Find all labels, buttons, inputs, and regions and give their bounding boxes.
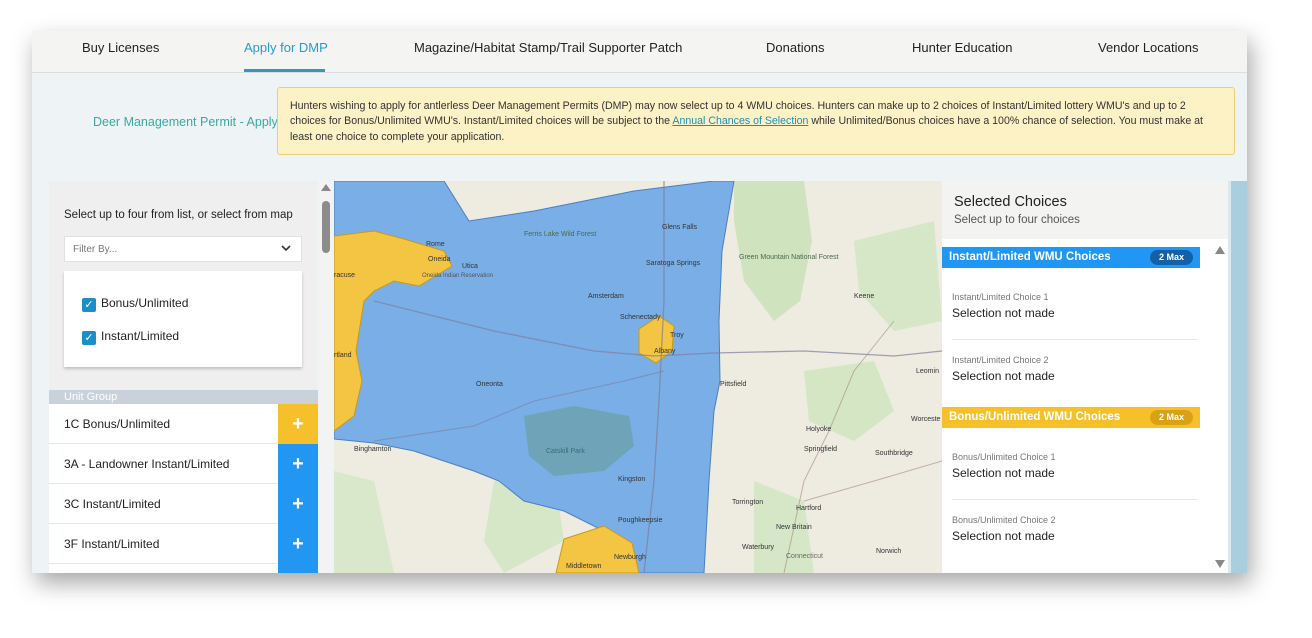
chevron-down-icon xyxy=(281,242,291,256)
map-label: Rome xyxy=(426,241,445,248)
add-unit-button[interactable]: + xyxy=(278,444,318,484)
choice-label: Bonus/Unlimited Choice 1 xyxy=(952,452,1056,462)
scroll-down-arrow-icon[interactable] xyxy=(1215,560,1225,568)
selected-choices-title: Selected Choices xyxy=(954,194,1067,210)
map-label: Torrington xyxy=(732,499,763,506)
map-label: Hartford xyxy=(796,505,821,512)
choice-label: Instant/Limited Choice 1 xyxy=(952,292,1049,302)
map-label: Schenectady xyxy=(620,314,661,321)
max-badge: 2 Max xyxy=(1149,250,1193,265)
selected-choices-subtitle: Select up to four choices xyxy=(954,214,1080,226)
unit-label: 3A - Landowner Instant/Limited xyxy=(64,457,230,471)
nav-magazine-stamp-patch[interactable]: Magazine/Habitat Stamp/Trail Supporter P… xyxy=(414,40,682,55)
app-window: Buy Licenses Apply for DMP Magazine/Habi… xyxy=(32,31,1247,573)
choice-label: Instant/Limited Choice 2 xyxy=(952,355,1049,365)
choice-value: Selection not made xyxy=(952,369,1055,383)
bonus-unlimited-group-header: Bonus/Unlimited WMU Choices 2 Max xyxy=(942,407,1200,428)
map-label: Newburgh xyxy=(614,554,646,561)
max-badge: 2 Max xyxy=(1149,410,1193,425)
scroll-thumb[interactable] xyxy=(322,201,330,253)
dmp-notice: Hunters wishing to apply for antlerless … xyxy=(277,87,1235,155)
map-label: Binghamton xyxy=(354,446,391,453)
map-label: Springfield xyxy=(804,446,837,453)
nav-apply-dmp[interactable]: Apply for DMP xyxy=(244,40,328,55)
map-label: Southbridge xyxy=(875,450,913,457)
instant-limited-group-header: Instant/Limited WMU Choices 2 Max xyxy=(942,247,1200,268)
map-label: Poughkeepsie xyxy=(618,517,662,524)
map-label: Holyoke xyxy=(806,426,831,433)
map-label: Connecticut xyxy=(786,553,823,560)
active-tab-indicator xyxy=(244,69,325,72)
map-label: Oneonta xyxy=(476,381,503,388)
map-label: Troy xyxy=(670,332,684,339)
map-label: racuse xyxy=(334,272,355,279)
divider xyxy=(952,499,1198,500)
checkbox-instant-limited[interactable]: ✓ xyxy=(82,331,96,345)
nav-buy-licenses[interactable]: Buy Licenses xyxy=(82,40,159,55)
breadcrumb[interactable]: Deer Management Permit - Apply xyxy=(93,115,278,129)
map-label: Norwich xyxy=(876,548,901,555)
right-edge-highlight xyxy=(1228,181,1231,573)
bonus-group-title: Bonus/Unlimited WMU Choices xyxy=(949,411,1121,423)
choice-label: Bonus/Unlimited Choice 2 xyxy=(952,515,1056,525)
selected-choices-panel: Selected Choices Select up to four choic… xyxy=(942,181,1228,573)
map-label: Utica xyxy=(462,263,478,270)
map-label: Ferris Lake Wild Forest xyxy=(524,231,596,238)
choice-value: Selection not made xyxy=(952,466,1055,480)
selected-choices-header: Selected Choices Select up to four choic… xyxy=(942,181,1228,239)
add-unit-button[interactable] xyxy=(278,564,318,573)
map-label: Leomin xyxy=(916,368,939,375)
unit-label: 3C Instant/Limited xyxy=(64,497,161,511)
map-label: Green Mountain National Forest xyxy=(739,254,839,261)
scroll-up-arrow-icon[interactable] xyxy=(321,184,331,191)
wmu-map[interactable]: Ferris Lake Wild Forest Glens Falls Sara… xyxy=(334,181,942,573)
map-label: Keene xyxy=(854,293,874,300)
checkbox-label-instant: Instant/Limited xyxy=(101,329,180,343)
choice-value: Selection not made xyxy=(952,529,1055,543)
map-label: Oneida Indian Reservation xyxy=(422,273,493,279)
add-unit-button[interactable]: + xyxy=(278,404,318,444)
map-label: Waterbury xyxy=(742,544,775,551)
map-label: Worceste xyxy=(911,416,941,423)
unit-row-partial[interactable] xyxy=(49,564,318,573)
add-unit-button[interactable]: + xyxy=(278,524,318,564)
panel-instructions: Select up to four from list, or select f… xyxy=(64,209,293,221)
checkbox-label-bonus: Bonus/Unlimited xyxy=(101,296,189,310)
top-nav: Buy Licenses Apply for DMP Magazine/Habi… xyxy=(32,31,1247,73)
map-label: Catskill Park xyxy=(546,448,585,455)
unit-row[interactable]: 3A - Landowner Instant/Limited + xyxy=(49,444,318,484)
unit-label: 3F Instant/Limited xyxy=(64,537,160,551)
map-label: Pittsfield xyxy=(720,381,747,388)
unit-row[interactable]: 3F Instant/Limited + xyxy=(49,524,318,564)
map-label: Oneida xyxy=(428,256,451,263)
map-label: New Britain xyxy=(776,524,812,531)
nav-hunter-education[interactable]: Hunter Education xyxy=(912,40,1012,55)
checkbox-bonus-unlimited[interactable]: ✓ xyxy=(82,298,96,312)
unit-row[interactable]: 3C Instant/Limited + xyxy=(49,484,318,524)
filter-dropdown[interactable]: Filter By... xyxy=(64,236,302,262)
nav-donations[interactable]: Donations xyxy=(766,40,825,55)
map-canvas[interactable]: Ferris Lake Wild Forest Glens Falls Sara… xyxy=(334,181,942,573)
unit-row[interactable]: 1C Bonus/Unlimited + xyxy=(49,404,318,444)
divider xyxy=(952,339,1198,340)
choice-value: Selection not made xyxy=(952,306,1055,320)
type-filter-box: ✓ Bonus/Unlimited ✓ Instant/Limited xyxy=(64,271,302,367)
filter-placeholder: Filter By... xyxy=(73,244,118,255)
map-label: rtland xyxy=(334,352,352,359)
unit-list-scrollbar[interactable] xyxy=(320,181,332,573)
annual-chances-link[interactable]: Annual Chances of Selection xyxy=(672,115,808,127)
unit-group-header: Unit Group xyxy=(49,390,318,404)
map-label: Middletown xyxy=(566,563,602,570)
scroll-up-arrow-icon[interactable] xyxy=(1215,246,1225,254)
unit-selection-panel: Select up to four from list, or select f… xyxy=(49,181,318,573)
unit-label: 1C Bonus/Unlimited xyxy=(64,417,171,431)
map-label: Glens Falls xyxy=(662,224,698,231)
map-label: Kingston xyxy=(618,476,645,483)
add-unit-button[interactable]: + xyxy=(278,484,318,524)
map-label: Albany xyxy=(654,348,676,355)
map-label: Saratoga Springs xyxy=(646,260,701,267)
instant-group-title: Instant/Limited WMU Choices xyxy=(949,251,1111,263)
map-label: Amsterdam xyxy=(588,293,624,300)
nav-vendor-locations[interactable]: Vendor Locations xyxy=(1098,40,1198,55)
